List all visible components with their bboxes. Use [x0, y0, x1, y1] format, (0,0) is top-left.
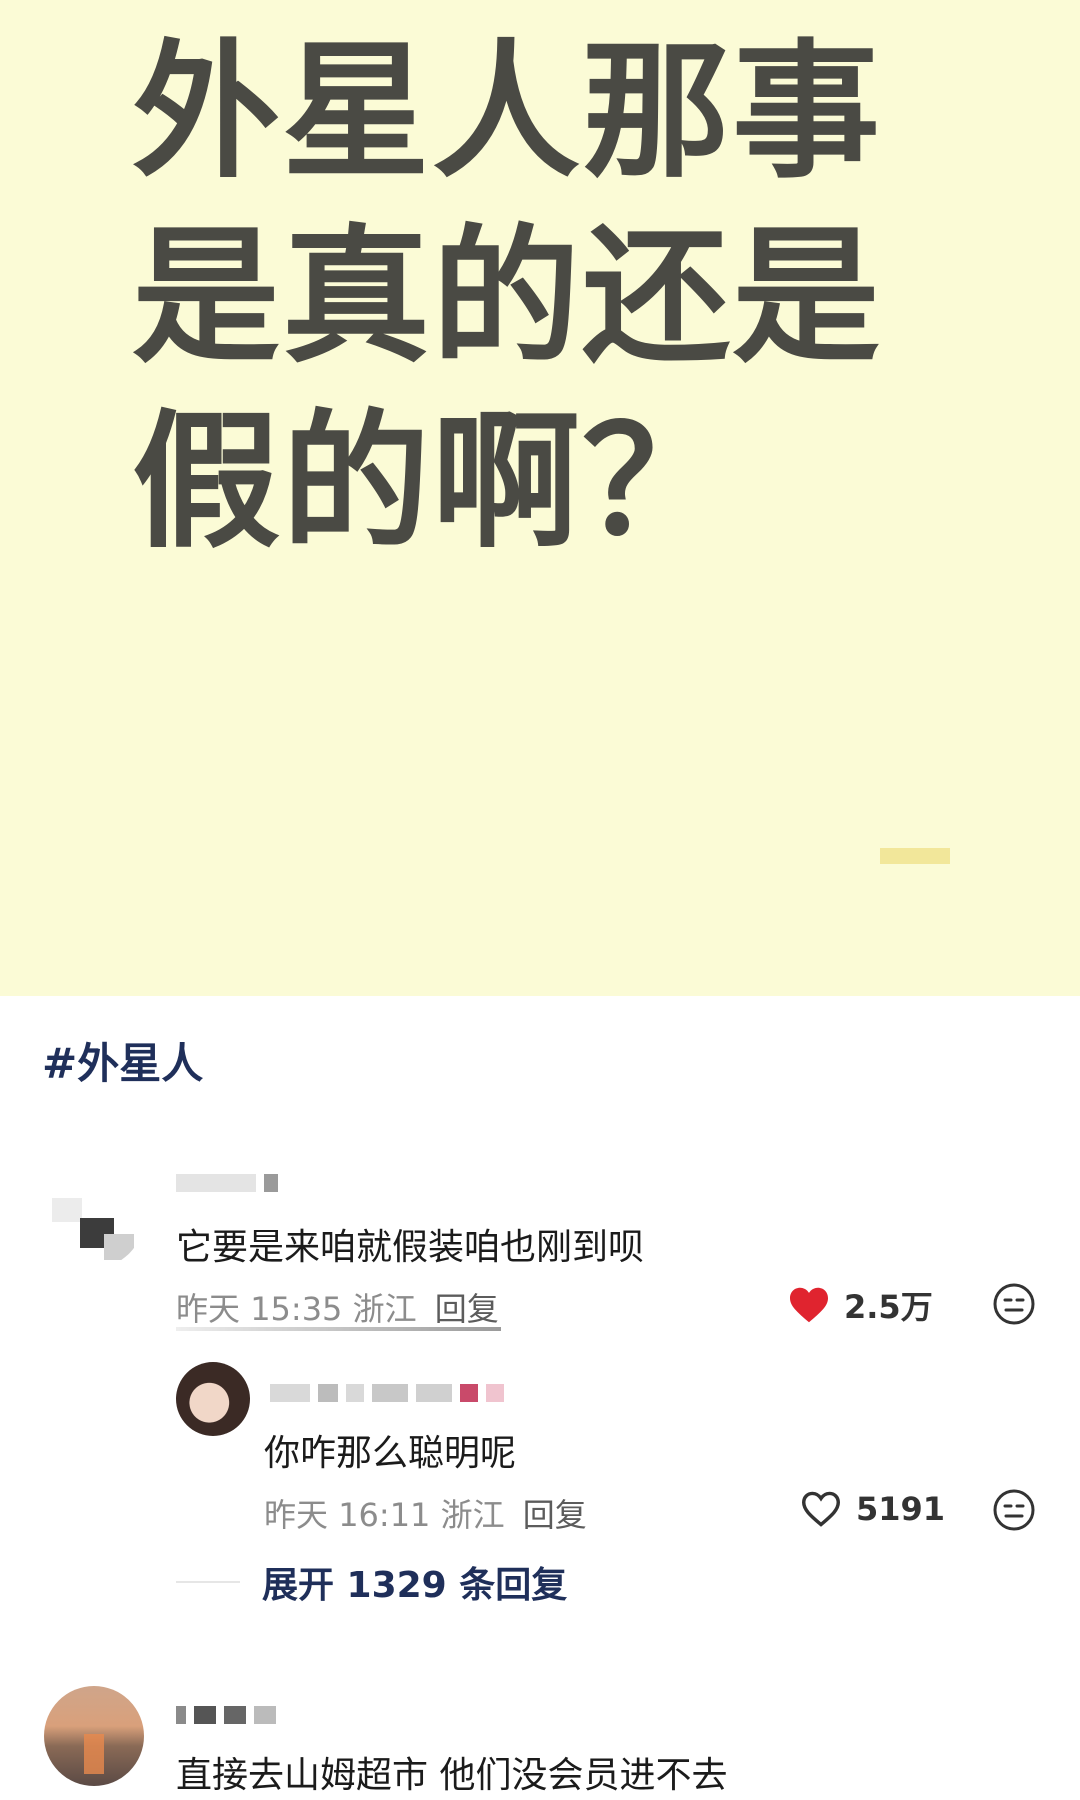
- username-blurred[interactable]: [176, 1706, 284, 1728]
- comment-time: 15:35: [250, 1290, 343, 1328]
- username-blurred[interactable]: [270, 1384, 512, 1406]
- comment-text: 它要是来咱就假装咱也刚到呗: [176, 1227, 645, 1268]
- decorative-mark: [880, 848, 950, 864]
- like-button[interactable]: 2.5万: [788, 1282, 933, 1328]
- comment-location: 浙江: [352, 1290, 417, 1328]
- divider: [176, 1327, 501, 1331]
- avatar[interactable]: [44, 1686, 144, 1786]
- comment-text: 直接去山姆超市 他们没会员进不去: [176, 1755, 728, 1796]
- heart-filled-icon: [790, 1287, 828, 1323]
- like-count: 5191: [856, 1490, 946, 1528]
- post-image: 外星人那事是真的还是假的啊？: [0, 0, 1080, 996]
- avatar[interactable]: [44, 1168, 144, 1268]
- hashtag-link[interactable]: #外星人: [42, 1030, 203, 1091]
- like-count: 2.5万: [844, 1288, 933, 1326]
- avatar-image: [84, 1734, 104, 1774]
- comment-meta: 昨天 15:35 浙江 回复: [176, 1284, 499, 1330]
- reply-button[interactable]: 回复: [523, 1496, 587, 1534]
- reply-meta: 昨天 16:11 浙江 回复: [264, 1490, 587, 1536]
- username-blurred[interactable]: [176, 1174, 286, 1196]
- reply-button[interactable]: 回复: [435, 1290, 499, 1328]
- reply-time: 16:11: [338, 1496, 431, 1534]
- reply-date: 昨天: [264, 1496, 329, 1534]
- heart-outline-icon: [801, 1491, 841, 1527]
- emoji-face-icon[interactable]: [992, 1488, 1036, 1532]
- expand-replies-label: 展开 1329 条回复: [262, 1565, 568, 1606]
- comment-date: 昨天: [176, 1290, 241, 1328]
- avatar[interactable]: [176, 1362, 250, 1436]
- reply-location: 浙江: [440, 1496, 505, 1534]
- expand-replies-button[interactable]: 展开 1329 条回复: [176, 1556, 567, 1608]
- divider: [176, 1581, 240, 1583]
- post-image-title: 外星人那事是真的还是假的啊？: [132, 26, 882, 568]
- like-button[interactable]: 5191: [800, 1490, 945, 1528]
- reply-text: 你咋那么聪明呢: [264, 1433, 517, 1474]
- emoji-face-icon[interactable]: [992, 1282, 1036, 1326]
